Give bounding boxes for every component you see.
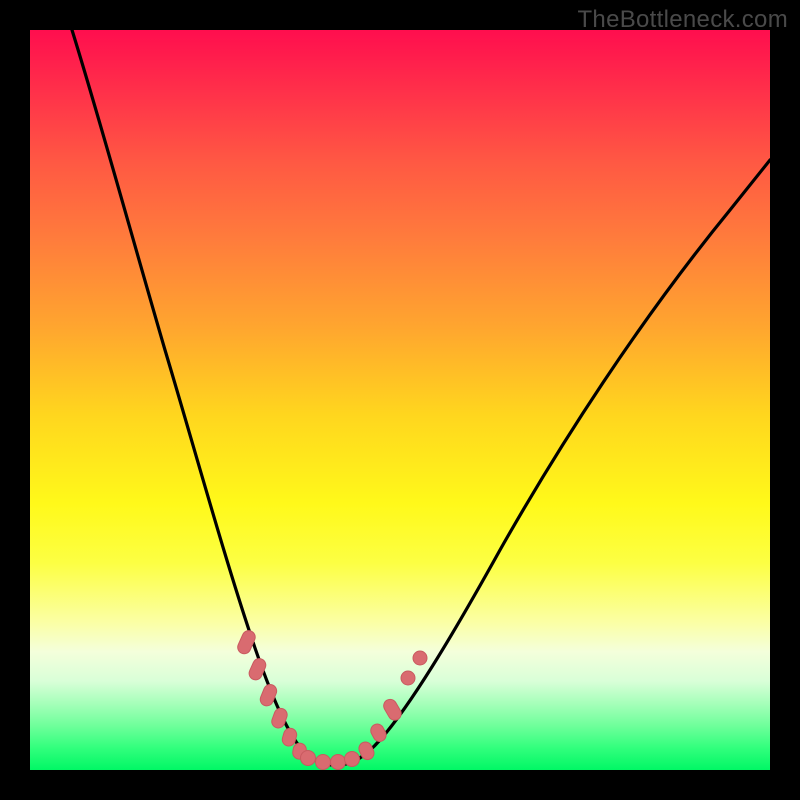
chart-frame: TheBottleneck.com (0, 0, 800, 800)
highlight-marker (413, 651, 427, 665)
highlight-marker (236, 629, 258, 656)
highlight-marker (316, 755, 331, 770)
highlight-marker (381, 697, 403, 723)
highlight-marker (301, 751, 316, 766)
watermark-text: TheBottleneck.com (577, 6, 788, 34)
highlight-marker (345, 752, 360, 767)
highlight-marker (401, 671, 415, 685)
highlight-marker-group (236, 629, 427, 770)
chart-overlay (30, 30, 770, 770)
highlight-marker (331, 755, 346, 770)
highlight-marker (368, 722, 388, 744)
